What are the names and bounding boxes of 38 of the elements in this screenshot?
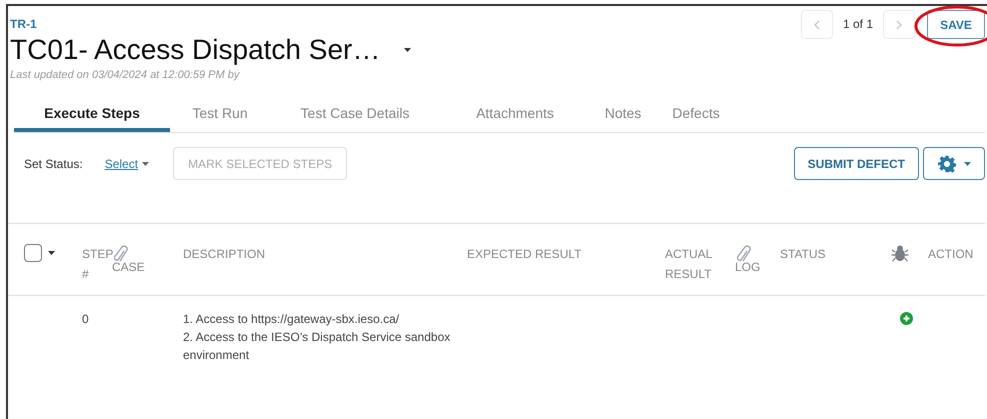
add-step-icon[interactable] — [900, 312, 913, 325]
chevron-icon — [814, 20, 820, 30]
step-description: 2. Access to the IESO’s Dispatch Service sandbox environment — [183, 329, 452, 364]
tab[interactable]: Defects — [656, 99, 736, 132]
paperclip-icon — [737, 244, 751, 264]
chevron-icon — [896, 20, 902, 30]
tab[interactable]: Test Run — [170, 99, 270, 132]
tab[interactable]: Test Case Details — [270, 99, 440, 132]
select-dropdown[interactable]: Select — [104, 154, 150, 172]
column-header: EXPECTED RESULT — [467, 247, 582, 261]
page-title: TC01- Access Dispatch Ser… — [10, 33, 380, 67]
tab[interactable]: Notes — [590, 99, 656, 132]
set-status-label: Set Status: — [24, 156, 83, 172]
tab[interactable]: Execute Steps — [14, 99, 170, 132]
tab[interactable]: Attachments — [440, 99, 590, 132]
select-all-checkbox[interactable] — [24, 244, 42, 262]
submit-defect-button[interactable]: SUBMIT DEFECT — [794, 147, 919, 180]
settings-icon — [938, 154, 956, 172]
column-header: CASE — [112, 260, 145, 274]
column-header: DESCRIPTION — [183, 247, 266, 261]
column-header: ACTUAL RESULT — [665, 247, 712, 281]
caret-icon — [964, 162, 970, 166]
caret-icon — [142, 162, 150, 166]
bug-icon — [891, 244, 909, 262]
column-header: LOG — [735, 260, 760, 274]
settings-button[interactable] — [923, 147, 985, 180]
step-number: 0 — [82, 311, 90, 328]
page-counter: 1 of 1 — [842, 16, 873, 33]
caret-icon — [48, 251, 55, 255]
column-header: ACTION — [928, 247, 974, 261]
last-updated-text: Last updated on 03/04/2024 at 12:00:59 PM by — [10, 68, 241, 82]
breadcrumb-link[interactable]: TR-1 — [10, 16, 412, 32]
save-button[interactable]: SAVE — [927, 10, 985, 39]
column-header: STATUS — [780, 247, 826, 261]
paperclip-icon — [114, 244, 128, 264]
caret-icon — [404, 48, 412, 52]
step-description: 1. Access to https://gateway-sbx.ieso.ca/ — [183, 311, 400, 328]
column-header: STEP # — [82, 247, 114, 281]
